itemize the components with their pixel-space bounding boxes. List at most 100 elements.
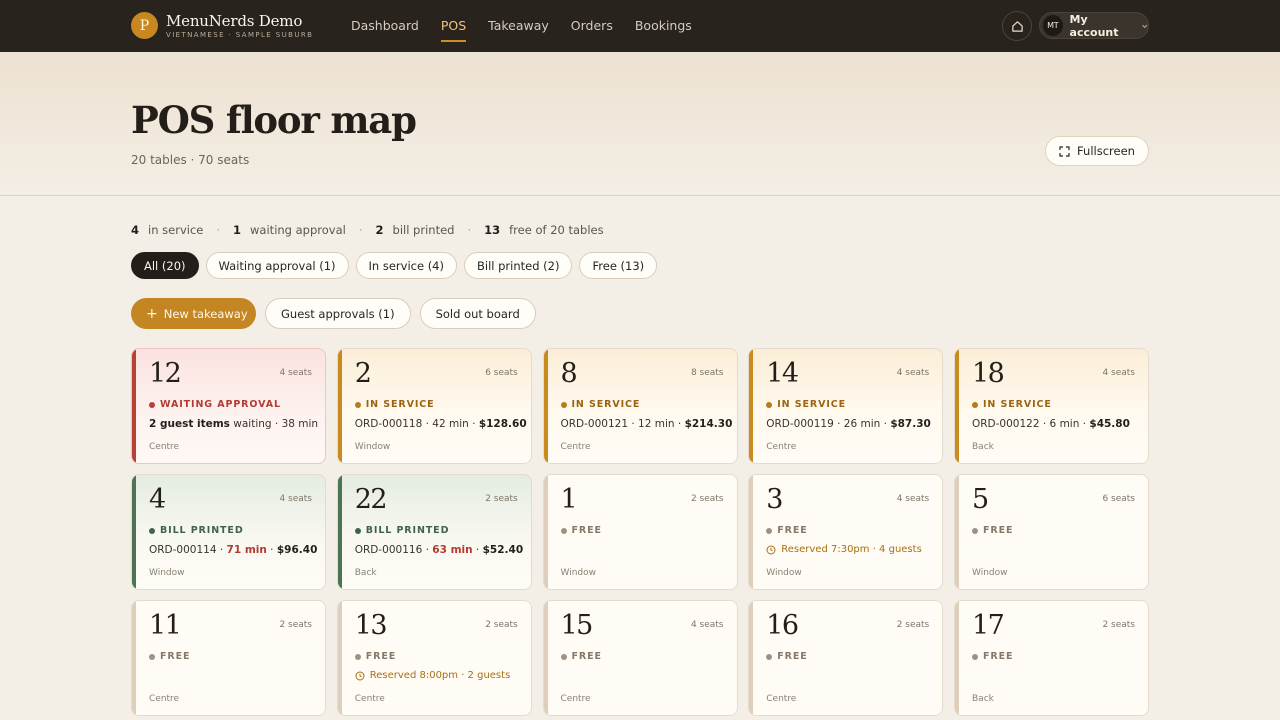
- nav-bookings[interactable]: Bookings: [635, 0, 692, 52]
- table-card-3[interactable]: 3 4 seats FREE Reserved 7:30pm · 4 guests Wi…: [748, 474, 944, 590]
- separator: ·: [358, 223, 363, 237]
- table-zone: Centre: [149, 694, 180, 704]
- fullscreen-label: Fullscreen: [1077, 144, 1135, 158]
- table-card-8[interactable]: 8 8 seats IN SERVICE ORD-000121 · 12 min · …: [542, 348, 738, 464]
- reservation-info: Reserved 8:00pm · 2 guests: [355, 670, 511, 681]
- status-dot: [560, 527, 567, 534]
- table-detail: ORD-000122 · 6 min · $45.80: [972, 418, 1130, 430]
- chevron-down-icon: [1141, 24, 1147, 28]
- order-total: $45.80: [1089, 418, 1130, 430]
- status-badge: FREE: [354, 651, 397, 662]
- table-card-4[interactable]: 4 4 seats BILL PRINTED ORD-000114 · 71 min …: [131, 474, 326, 590]
- order-total: $87.30: [890, 418, 931, 430]
- status-dot: [972, 653, 978, 660]
- status-badge: IN SERVICE: [972, 399, 1052, 410]
- filter-waiting-approval[interactable]: Waiting approval (1): [205, 252, 349, 279]
- avatar: MT: [1043, 15, 1063, 36]
- table-zone: Window: [560, 568, 597, 578]
- status-badge: FREE: [560, 651, 602, 662]
- filter-in-service[interactable]: In service (4): [355, 252, 457, 279]
- table-card-1[interactable]: 1 2 seats FREE Window: [542, 474, 738, 590]
- home-icon: [1011, 20, 1023, 32]
- order-number: ORD-000116: [354, 544, 423, 556]
- nav-orders[interactable]: Orders: [571, 0, 613, 52]
- guest-approvals-button[interactable]: Guest approvals (1): [265, 298, 411, 329]
- status-label: WAITING APPROVAL: [160, 399, 281, 410]
- status-dot: [972, 527, 978, 534]
- table-card-13[interactable]: 13 2 seats FREE Reserved 8:00pm · 2 guests C…: [336, 600, 532, 716]
- table-card-22[interactable]: 22 2 seats BILL PRINTED ORD-000116 · 63 min…: [336, 474, 532, 590]
- status-label: FREE: [571, 525, 602, 536]
- table-zone: Centre: [766, 694, 797, 704]
- seat-count: 4 seats: [896, 368, 930, 378]
- nav-dashboard[interactable]: Dashboard: [351, 0, 419, 52]
- waiting-label: waiting approval: [250, 223, 346, 237]
- main-nav: Dashboard POS Takeaway Orders Bookings: [351, 0, 714, 52]
- page-header: POS floor map 20 tables · 70 seats Fulls…: [0, 52, 1280, 196]
- status-label: IN SERVICE: [983, 399, 1052, 410]
- brand-logo: P: [131, 12, 158, 39]
- separator: ·: [216, 223, 221, 237]
- table-card-5[interactable]: 5 6 seats FREE Window: [954, 474, 1149, 590]
- filter-all[interactable]: All (20): [131, 252, 199, 279]
- status-dot: [972, 401, 978, 408]
- table-number: 17: [972, 610, 1005, 641]
- nav-pos[interactable]: POS: [440, 0, 467, 52]
- nav-takeaway[interactable]: Takeaway: [488, 0, 549, 52]
- clock-icon: [355, 671, 365, 680]
- order-number: ORD-000122: [972, 418, 1040, 430]
- status-dot: [149, 401, 155, 408]
- status-dot: [766, 527, 773, 534]
- reservation-info: Reserved 7:30pm · 4 guests: [766, 544, 922, 555]
- status-label: FREE: [571, 651, 602, 662]
- status-badge: IN SERVICE: [560, 399, 641, 410]
- plus-icon: +: [146, 305, 158, 322]
- status-label: FREE: [983, 525, 1014, 536]
- table-card-11[interactable]: 11 2 seats FREE Centre: [131, 600, 326, 716]
- table-card-18[interactable]: 18 4 seats IN SERVICE ORD-000122 · 6 min · …: [954, 348, 1149, 464]
- seat-count: 2 seats: [485, 494, 518, 504]
- table-card-12[interactable]: 12 4 seats WAITING APPROVAL 2 guest items w…: [131, 348, 326, 464]
- order-total: $128.60: [478, 418, 527, 430]
- seat-count: 6 seats: [485, 368, 518, 378]
- seat-count: 8 seats: [690, 368, 724, 378]
- table-card-15[interactable]: 15 4 seats FREE Centre: [542, 600, 738, 716]
- table-zone: Window: [972, 568, 1008, 578]
- seat-count: 4 seats: [279, 368, 312, 378]
- table-zone: Centre: [149, 442, 180, 452]
- status-label: IN SERVICE: [571, 399, 641, 410]
- status-filters: All (20) Waiting approval (1) In service…: [131, 252, 664, 279]
- table-card-14[interactable]: 14 4 seats IN SERVICE ORD-000119 · 26 min ·…: [748, 348, 944, 464]
- account-label: My account: [1069, 12, 1119, 39]
- table-card-16[interactable]: 16 2 seats FREE Centre: [748, 600, 944, 716]
- status-badge: FREE: [766, 651, 807, 662]
- table-card-2[interactable]: 2 6 seats IN SERVICE ORD-000118 · 42 min · …: [336, 348, 532, 464]
- table-number: 2: [354, 358, 372, 389]
- status-dot: [560, 401, 567, 408]
- page-subtitle: 20 tables · 70 seats: [131, 153, 250, 167]
- reservation-label: Reserved 8:00pm · 2 guests: [369, 670, 511, 681]
- fullscreen-button[interactable]: Fullscreen: [1045, 136, 1149, 166]
- status-label: FREE: [777, 525, 808, 536]
- sold-out-board-button[interactable]: Sold out board: [419, 298, 536, 329]
- table-card-17[interactable]: 17 2 seats FREE Back: [954, 600, 1149, 716]
- account-menu-button[interactable]: MT My account: [1039, 12, 1149, 39]
- table-detail: ORD-000116 · 63 min · $52.40: [354, 544, 524, 556]
- page-title: POS floor map: [131, 98, 417, 142]
- new-takeaway-button[interactable]: + New takeaway: [131, 298, 256, 329]
- free-count: 13: [484, 223, 501, 237]
- brand[interactable]: P MenuNerds Demo VIETNAMESE · SAMPLE SUB…: [131, 12, 313, 39]
- filter-bill-printed[interactable]: Bill printed (2): [464, 252, 573, 279]
- status-badge: BILL PRINTED: [354, 525, 450, 536]
- order-total: $214.30: [684, 418, 733, 430]
- status-label: FREE: [777, 651, 808, 662]
- table-zone: Window: [766, 568, 802, 578]
- home-button[interactable]: [1002, 11, 1032, 41]
- table-number: 3: [766, 484, 783, 515]
- filter-free[interactable]: Free (13): [579, 252, 658, 279]
- status-label: FREE: [365, 651, 397, 662]
- table-number: 5: [972, 484, 989, 515]
- table-detail: ORD-000119 · 26 min · $87.30: [766, 418, 931, 430]
- status-label: IN SERVICE: [365, 399, 435, 410]
- waiting-info: waiting · 38 min: [229, 418, 319, 430]
